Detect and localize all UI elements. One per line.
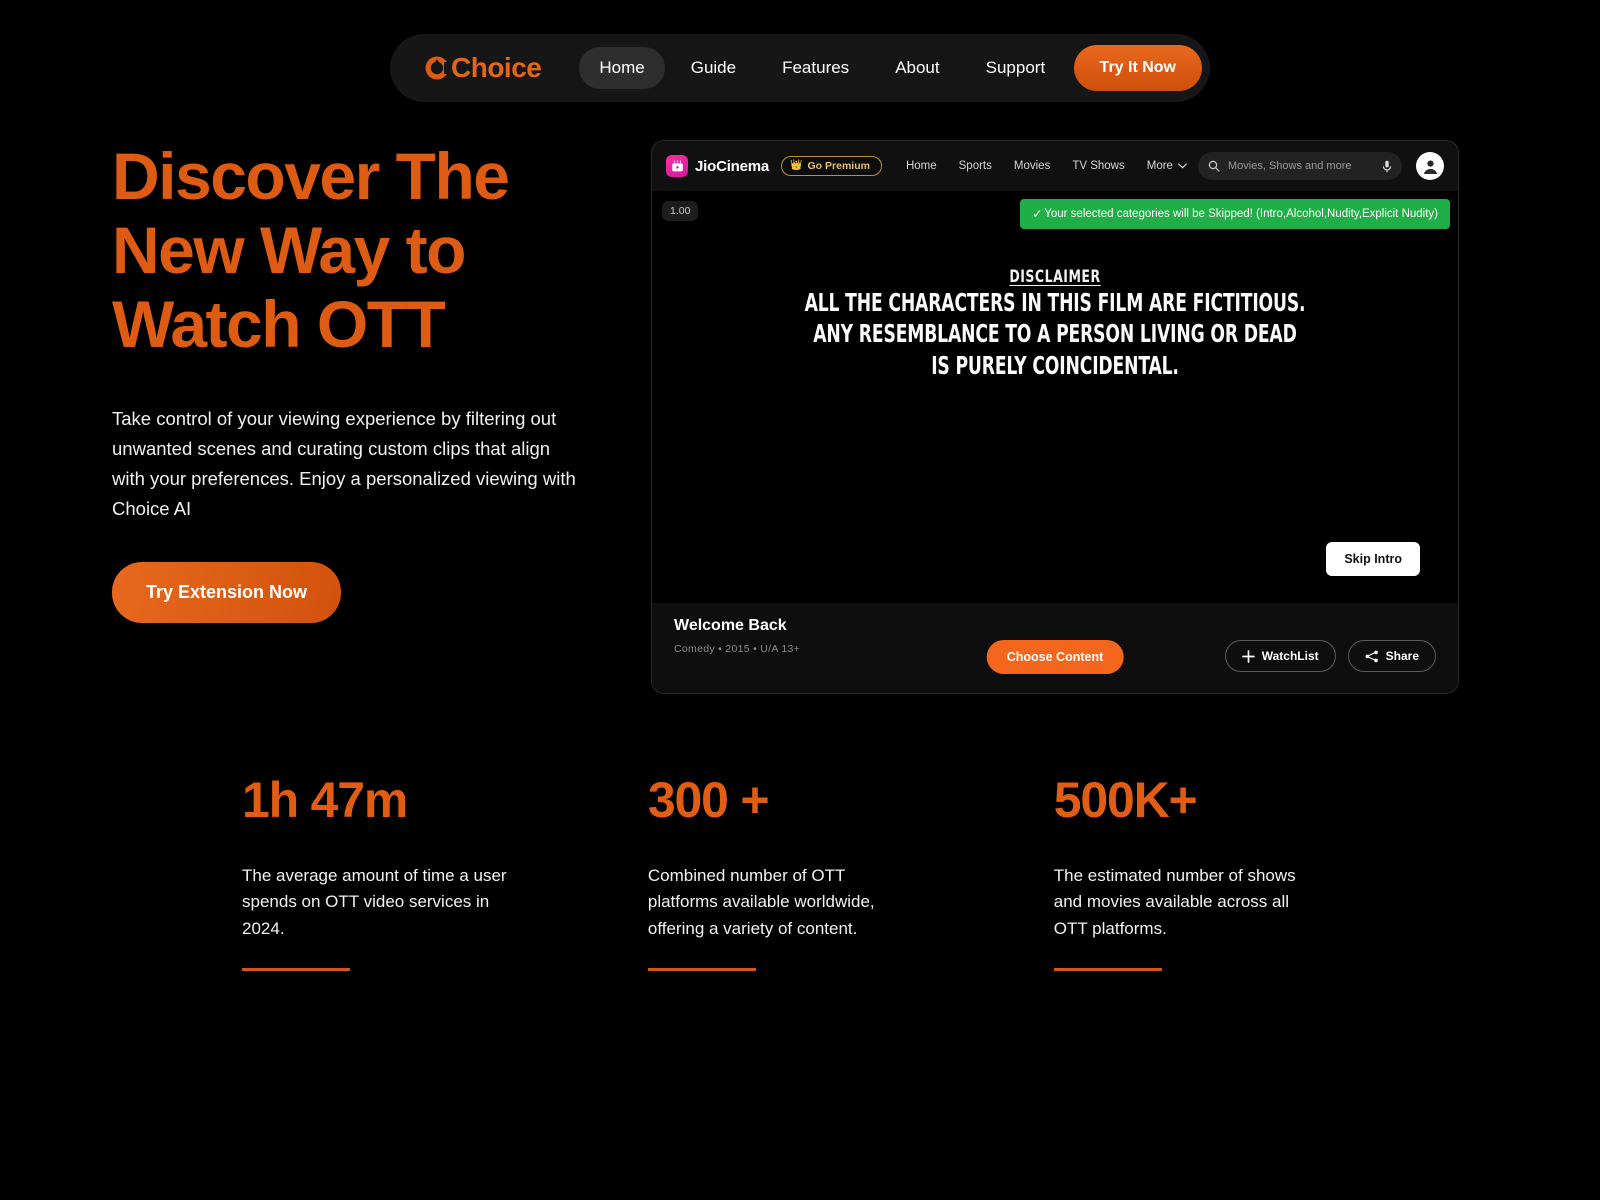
nav-item-about[interactable]: About <box>875 47 959 89</box>
playback-speed-badge: 1.00 <box>662 201 699 221</box>
brand-name: Choice <box>451 52 542 83</box>
choice-c-icon <box>424 55 450 81</box>
stat-card: 500K+ The estimated number of shows and … <box>1053 772 1392 972</box>
stats-section: 1h 47m The average amount of time a user… <box>242 772 1392 972</box>
share-icon <box>1365 650 1378 662</box>
stat-description: The average amount of time a user spends… <box>242 866 507 938</box>
player-bottom-bar: Welcome Back Comedy • 2015 • U/A 13+ Cho… <box>652 603 1458 693</box>
hero-title-line-3: Watch OTT <box>112 286 446 361</box>
check-icon: ✓ <box>1032 207 1043 221</box>
hero-title-line-2: New Way to <box>112 212 466 287</box>
crown-icon: 👑 <box>790 160 803 171</box>
stat-underline <box>1053 968 1162 972</box>
main-navbar: Choice Home Guide Features About Support… <box>390 34 1210 102</box>
search-placeholder: Movies, Shows and more <box>1228 160 1352 172</box>
try-it-now-button[interactable]: Try It Now <box>1073 45 1202 91</box>
share-button[interactable]: Share <box>1347 640 1436 672</box>
jiocinema-nav: Home Sports Movies TV Shows More <box>906 160 1187 172</box>
nav-item-features[interactable]: Features <box>762 47 869 89</box>
search-input[interactable]: Movies, Shows and more <box>1198 152 1402 180</box>
microphone-icon <box>1382 160 1392 172</box>
nav-item-support[interactable]: Support <box>966 47 1066 89</box>
user-avatar-icon[interactable] <box>1416 152 1444 180</box>
jiocinema-player-mockup: JioCinema 👑 Go Premium Home Sports Movie… <box>652 141 1458 693</box>
jiocinema-logo-icon <box>666 155 688 177</box>
skip-categories-toast: ✓ Your selected categories will be Skipp… <box>1020 199 1450 229</box>
skip-intro-button[interactable]: Skip Intro <box>1326 542 1420 576</box>
hero-section: Discover The New Way to Watch OTT Take c… <box>112 139 632 623</box>
jio-nav-sports[interactable]: Sports <box>959 160 992 172</box>
disclaimer-line-2: ANY RESEMBLANCE TO A PERSON LIVING OR DE… <box>813 319 1297 349</box>
hero-subtitle: Take control of your viewing experience … <box>112 407 576 519</box>
jio-nav-movies[interactable]: Movies <box>1014 160 1050 172</box>
stat-description: Combined number of OTT platforms availab… <box>647 866 875 938</box>
jio-nav-more[interactable]: More <box>1147 160 1187 172</box>
navbar-links: Home Guide Features About Support <box>579 47 1073 89</box>
go-premium-label: Go Premium <box>807 160 870 172</box>
brand-logo[interactable]: Choice <box>424 52 542 84</box>
disclaimer-heading: DISCLAIMER <box>1009 267 1101 287</box>
stat-value: 300 + <box>647 772 770 828</box>
jio-nav-tv-shows[interactable]: TV Shows <box>1072 160 1124 172</box>
jio-nav-more-label: More <box>1146 160 1173 172</box>
stat-card: 1h 47m The average amount of time a user… <box>242 772 648 972</box>
stat-underline <box>647 968 756 972</box>
stat-underline <box>242 968 350 972</box>
content-title: Welcome Back <box>674 617 787 634</box>
share-label: Share <box>1385 649 1419 663</box>
jio-nav-home[interactable]: Home <box>906 160 937 172</box>
try-extension-now-button[interactable]: Try Extension Now <box>112 561 342 623</box>
jiocinema-header: JioCinema 👑 Go Premium Home Sports Movie… <box>652 141 1458 191</box>
page-title: Discover The New Way to Watch OTT <box>112 139 632 362</box>
nav-item-home[interactable]: Home <box>579 47 665 89</box>
stat-card: 300 + Combined number of OTT platforms a… <box>647 772 1054 972</box>
stat-description: The estimated number of shows and movies… <box>1053 866 1296 938</box>
video-stage: 1.00 ✓ Your selected categories will be … <box>652 191 1458 603</box>
toast-message: Your selected categories will be Skipped… <box>1044 208 1438 220</box>
watchlist-label: WatchList <box>1261 649 1319 663</box>
disclaimer-line-3: IS PURELY COINCIDENTAL. <box>931 350 1179 380</box>
disclaimer-line-1: ALL THE CHARACTERS IN THIS FILM ARE FICT… <box>804 288 1306 317</box>
watchlist-button[interactable]: WatchList <box>1224 640 1336 672</box>
hero-title-line-1: Discover The <box>112 139 510 213</box>
chevron-down-icon <box>1177 163 1187 169</box>
stat-value: 1h 47m <box>242 772 408 828</box>
choose-content-button[interactable]: Choose Content <box>986 640 1124 674</box>
stat-value: 500K+ <box>1053 772 1198 828</box>
go-premium-button[interactable]: 👑 Go Premium <box>781 156 882 176</box>
navbar-container: Choice Home Guide Features About Support… <box>0 34 1600 102</box>
player-actions: WatchList Share <box>1224 640 1436 672</box>
search-icon <box>1208 160 1220 172</box>
plus-icon <box>1241 649 1255 663</box>
nav-item-guide[interactable]: Guide <box>671 47 756 89</box>
disclaimer-overlay: DISCLAIMER ALL THE CHARACTERS IN THIS FI… <box>652 267 1458 381</box>
jiocinema-app-name: JioCinema <box>695 157 770 175</box>
